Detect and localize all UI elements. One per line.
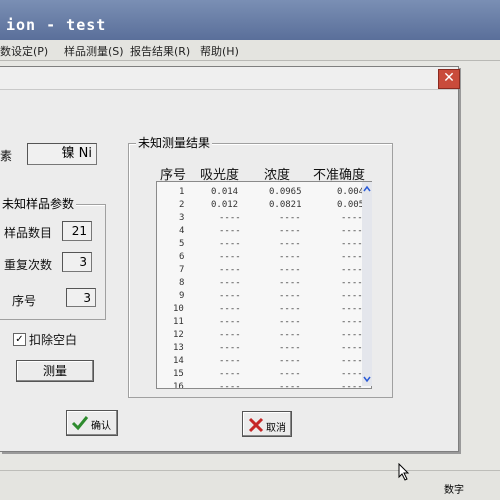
table-row: 8 ---- ---- ---- (179, 278, 363, 288)
status-mode: 数字 (444, 485, 464, 496)
close-button[interactable]: ✕ (438, 69, 460, 89)
element-value: 镍 Ni (61, 146, 92, 161)
menu-parameter-settings[interactable]: 数设定(P) (0, 43, 48, 59)
results-scrollbar[interactable] (362, 182, 372, 386)
table-row: 10 ---- ---- ---- (173, 304, 363, 314)
scroll-up-icon (363, 185, 371, 192)
repeat-count-value: 3 (79, 255, 87, 269)
table-row: 11 ---- ---- ---- (173, 317, 363, 327)
cancel-button[interactable]: 取消 (242, 411, 292, 437)
menu-bar: 数设定(P) 样品测量(S) 报告结果(R) 帮助(H) (0, 40, 500, 61)
status-bar: 数字 (0, 463, 500, 500)
scrollbar-arrows (363, 185, 371, 383)
results-list[interactable]: 1 0.014 0.0965 0.004 2 0.012 0.0821 0.005 3 ---… (156, 181, 372, 389)
sequence-value: 3 (83, 291, 91, 305)
sample-count-value: 21 (71, 224, 87, 238)
checkmark-icon: ✓ (15, 334, 24, 345)
scroll-down-icon (363, 376, 371, 383)
sequence-label: 序号 (12, 294, 37, 308)
table-row: 1 0.014 0.0965 0.004 (179, 187, 365, 197)
close-icon (248, 417, 264, 433)
sample-params-title: 未知样品参数 (0, 195, 77, 212)
table-row: 4 ---- ---- ---- (179, 226, 363, 236)
dialog-title-bar: ✕ (0, 67, 460, 90)
table-row: 2 0.012 0.0821 0.005 (179, 200, 365, 210)
cancel-button-label: 取消 (266, 423, 286, 434)
subtract-blank-label: 扣除空白 (29, 333, 78, 347)
table-row: 15 ---- ---- ---- (173, 369, 363, 379)
ok-button[interactable]: 确认 (66, 410, 118, 436)
subtract-blank-checkbox[interactable]: ✓ (13, 333, 26, 346)
sequence-field: 3 (66, 288, 96, 307)
repeat-count-field[interactable]: 3 (62, 252, 92, 272)
mouse-cursor-icon (398, 463, 410, 481)
table-row: 14 ---- ---- ---- (173, 356, 363, 366)
element-field: 镍 Ni (27, 143, 97, 165)
table-row: 7 ---- ---- ---- (179, 265, 363, 275)
table-row: 13 ---- ---- ---- (173, 343, 363, 353)
sample-count-label: 样品数目 (4, 226, 53, 240)
menu-sample-measurement[interactable]: 样品测量(S) (64, 43, 124, 59)
app-title-bar: ion - test (0, 0, 500, 40)
table-row: 12 ---- ---- ---- (173, 330, 363, 340)
table-row: 6 ---- ---- ---- (179, 252, 363, 262)
table-row: 5 ---- ---- ---- (179, 239, 363, 249)
checkmark-icon (71, 416, 89, 431)
measure-button[interactable]: 测量 (16, 360, 94, 382)
table-row: 16 ---- ---- ---- (173, 382, 363, 389)
repeat-count-label: 重复次数 (4, 258, 53, 272)
table-row: 9 ---- ---- ---- (179, 291, 363, 301)
table-row: 3 ---- ---- ---- (179, 213, 363, 223)
measure-button-label: 测量 (42, 364, 67, 378)
close-icon: ✕ (443, 70, 455, 86)
results-title: 未知测量结果 (136, 134, 213, 151)
app-title: ion - test (6, 16, 107, 34)
menu-help[interactable]: 帮助(H) (200, 43, 239, 59)
element-label: 素 (0, 149, 13, 163)
sample-count-field[interactable]: 21 (62, 221, 92, 241)
menu-report-results[interactable]: 报告结果(R) (130, 43, 190, 59)
ok-button-label: 确认 (91, 421, 111, 432)
